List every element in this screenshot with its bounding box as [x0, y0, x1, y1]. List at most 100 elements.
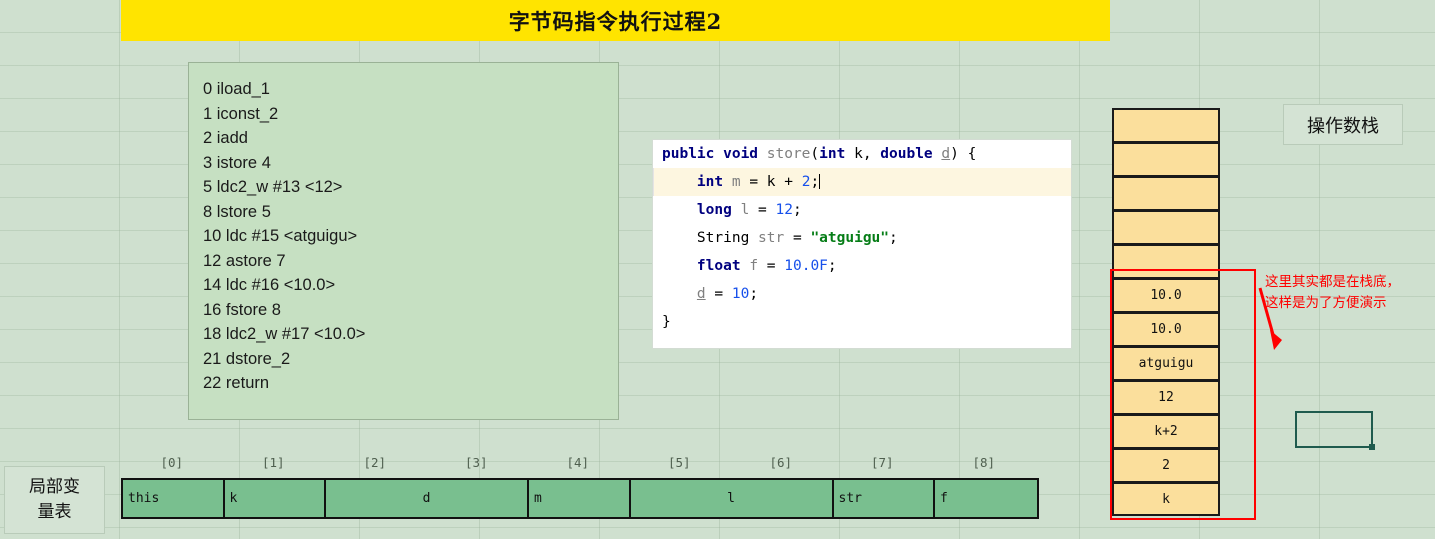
- code-token: ;: [749, 286, 759, 302]
- code-token: = k +: [740, 174, 802, 190]
- bytecode-line: 1 iconst_2: [203, 104, 279, 123]
- operand-stack-cell: atguigu: [1112, 346, 1220, 380]
- code-token: 10.0F: [784, 258, 828, 274]
- code-line: }: [653, 308, 1071, 336]
- operand-stack-cell-empty: [1112, 210, 1220, 244]
- code-line: public void store(int k, double d) {: [653, 140, 1071, 168]
- operand-stack-cell-empty: [1112, 244, 1220, 278]
- code-token: f: [749, 258, 759, 274]
- local-variable-table-cells: this k d m l str f: [121, 478, 1039, 519]
- lvt-index-label: [7]: [870, 455, 894, 470]
- operand-stack-cell-empty: [1112, 142, 1220, 176]
- operand-stack-cell: 12: [1112, 380, 1220, 414]
- bytecode-line: 22 return: [203, 374, 270, 392]
- code-token: =: [705, 286, 732, 302]
- bytecode-instruction-panel: 0 iload_1 1 iconst_2 2 iadd 3 istore 4 5 ldc…: [188, 62, 619, 420]
- code-token: ;: [889, 230, 898, 246]
- red-arrow-icon: [1258, 287, 1282, 350]
- lvt-label-line2: 量表: [37, 502, 72, 522]
- lvt-label-line1: 局部变: [29, 477, 80, 497]
- local-variable-table-indices: [0] [1] [2] [3] [4] [5] [6] [7] [8]: [121, 455, 1035, 473]
- bytecode-line: 18 ldc2_w #17 <10.0>: [203, 325, 366, 343]
- empty-textbox[interactable]: [1295, 411, 1375, 450]
- code-token: str: [758, 230, 785, 246]
- code-token: public: [662, 146, 724, 162]
- bytecode-line: 0 iload_1: [203, 80, 270, 98]
- code-token: d: [941, 146, 951, 162]
- code-token: long: [696, 202, 732, 218]
- code-token: float: [696, 258, 741, 274]
- bytecode-line: 14 ldc #16 <10.0>: [203, 276, 336, 294]
- code-token: k,: [845, 146, 881, 162]
- code-token: 10: [731, 286, 750, 302]
- operand-stack-cell: 10.0: [1112, 278, 1220, 312]
- code-token: void: [723, 146, 767, 162]
- lvt-slot: str: [833, 480, 935, 517]
- code-line: long l = 12;: [653, 196, 1071, 224]
- operand-stack-cell: k+2: [1112, 414, 1220, 448]
- lvt-slot: d: [326, 480, 529, 517]
- code-token: 12: [775, 202, 793, 218]
- lvt-slot: m: [529, 480, 631, 517]
- java-source-code-panel[interactable]: public void store(int k, double d) { int…: [652, 139, 1072, 349]
- operand-stack-label: 操作数栈: [1283, 104, 1403, 145]
- code-token: =: [758, 258, 785, 274]
- code-line-highlighted: int m = k + 2;: [653, 168, 1071, 196]
- bytecode-line: 2 iadd: [203, 129, 248, 147]
- code-token: String: [696, 230, 750, 246]
- lvt-index-label: [8]: [972, 455, 996, 470]
- operand-stack-label-text: 操作数栈: [1307, 115, 1379, 137]
- lvt-slot: k: [224, 480, 326, 517]
- resize-handle[interactable]: [1369, 444, 1375, 450]
- operand-stack-cell-empty: [1112, 108, 1220, 142]
- code-token: double: [880, 146, 933, 162]
- code-token: "atguigu": [810, 230, 890, 246]
- operand-stack-cell: 10.0: [1112, 312, 1220, 346]
- code-token: m: [731, 174, 741, 190]
- lvt-index-label: [0]: [160, 455, 184, 470]
- bytecode-line: 16 fstore 8: [203, 300, 281, 319]
- bytecode-line: 12 astore 7: [203, 251, 286, 270]
- operand-stack-cell: k: [1112, 482, 1220, 516]
- lvt-index-label: [4]: [566, 455, 590, 470]
- operand-stack-cell-empty: [1112, 176, 1220, 210]
- bytecode-line: 21 dstore_2: [203, 349, 291, 368]
- code-token: store: [766, 146, 811, 162]
- code-token: ;: [827, 258, 837, 274]
- code-token: int: [819, 146, 846, 162]
- code-token: l: [740, 202, 750, 218]
- lvt-index-label: [5]: [667, 455, 691, 470]
- bytecode-line: 5 ldc2_w #13 <12>: [203, 178, 343, 196]
- local-variable-table-label: 局部变 量表: [4, 466, 105, 534]
- bytecode-line: 8 lstore 5: [203, 202, 271, 221]
- lvt-index-label: [6]: [769, 455, 793, 470]
- bytecode-line: 10 ldc #15 <atguigu>: [203, 227, 358, 245]
- code-line: d = 10;: [653, 280, 1071, 308]
- code-token: (: [810, 146, 820, 162]
- lvt-slot: l: [630, 480, 834, 517]
- page-title: 字节码指令执行过程2: [508, 8, 723, 34]
- code-token: ;: [810, 174, 820, 190]
- lvt-slot: this: [123, 480, 225, 517]
- bytecode-line: 3 istore 4: [203, 153, 271, 172]
- lvt-index-label: [2]: [363, 455, 387, 470]
- lvt-index-label: [1]: [261, 455, 285, 470]
- lvt-index-label: [3]: [464, 455, 488, 470]
- code-line: float f = 10.0F;: [653, 252, 1071, 280]
- title-banner: 字节码指令执行过程2: [121, 0, 1110, 41]
- text-caret: [819, 174, 821, 189]
- code-token: ) {: [950, 146, 977, 162]
- code-token: int: [696, 174, 724, 190]
- code-token: }: [662, 314, 671, 330]
- operand-stack: 10.0 10.0 atguigu 12 k+2 2 k: [1112, 108, 1220, 516]
- operand-stack-cell: 2: [1112, 448, 1220, 482]
